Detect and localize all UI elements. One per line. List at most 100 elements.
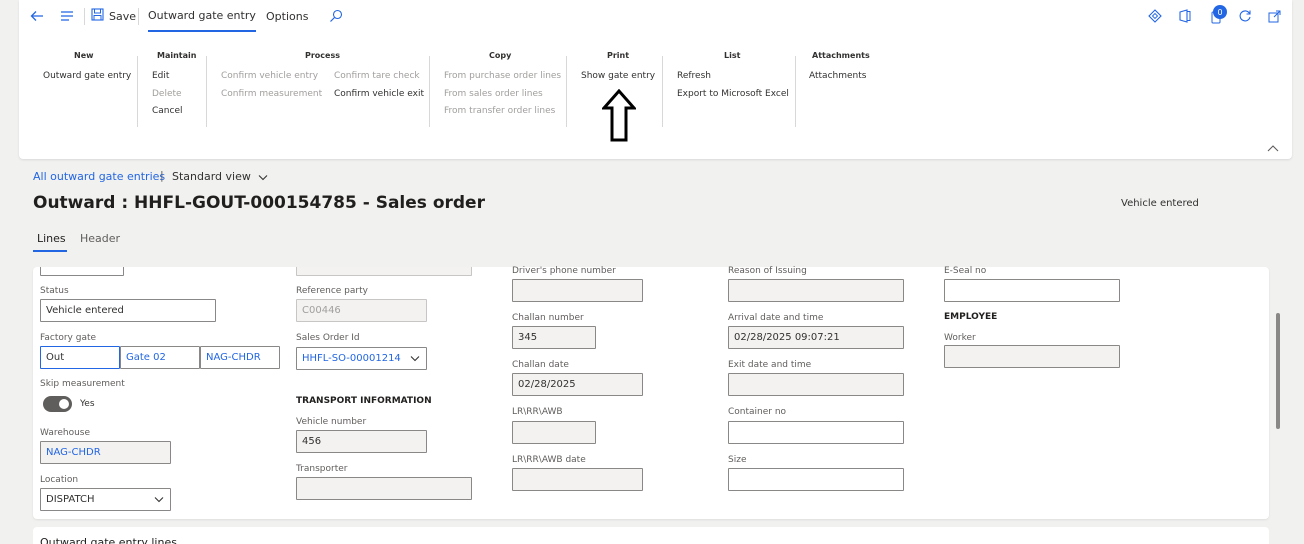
container-no-label: Container no (728, 407, 787, 417)
search-icon[interactable] (329, 0, 343, 32)
driver-phone-label: Driver's phone number (512, 266, 616, 276)
lr-rr-awb-date-field[interactable] (512, 468, 643, 491)
breadcrumb[interactable]: All outward gate entries (33, 170, 165, 183)
skip-measurement-toggle[interactable] (43, 396, 72, 412)
challan-date-field[interactable]: 02/28/2025 (512, 373, 643, 396)
tab-lines[interactable]: Lines (37, 232, 66, 245)
status-field[interactable]: Vehicle entered (40, 299, 216, 322)
factory-gate-site-field[interactable]: NAG-CHDR (200, 346, 280, 369)
status-indicator: Vehicle entered (1121, 198, 1199, 209)
view-selector[interactable]: Standard view (172, 170, 268, 184)
confirm-measurement-button[interactable]: Confirm measurement (221, 89, 322, 99)
notification-badge: 0 (1213, 5, 1227, 19)
reason-of-issuing-label: Reason of Issuing (728, 266, 807, 276)
office-icon[interactable] (1179, 0, 1191, 32)
export-to-excel-button[interactable]: Export to Microsoft Excel (677, 89, 789, 99)
sales-order-id-select[interactable]: HHFL-SO-00001214 (296, 347, 427, 370)
skip-measurement-value: Yes (80, 399, 95, 409)
worker-label: Worker (944, 333, 976, 343)
group-title-new: New (74, 51, 94, 60)
warehouse-field[interactable]: NAG-CHDR (40, 441, 171, 464)
lr-rr-awb-label: LR\RR\AWB (512, 407, 563, 417)
cancel-button[interactable]: Cancel (152, 106, 183, 116)
group-title-list: List (724, 51, 741, 60)
driver-phone-field[interactable] (512, 279, 643, 302)
new-outward-gate-entry-button[interactable]: Outward gate entry (43, 71, 131, 81)
size-field[interactable] (728, 468, 904, 491)
sales-order-id-value: HHFL-SO-00001214 (302, 353, 401, 364)
e-seal-no-field[interactable] (944, 279, 1120, 302)
chevron-down-icon (154, 495, 164, 506)
location-select[interactable]: DISPATCH (40, 488, 171, 511)
lines-section-title[interactable]: Outward gate entry lines (40, 536, 177, 544)
refresh-icon[interactable] (1238, 0, 1252, 32)
size-label: Size (728, 455, 747, 465)
confirm-tare-check-button[interactable]: Confirm tare check (334, 71, 420, 81)
scroll-mask (33, 258, 1269, 267)
lr-rr-awb-date-label: LR\RR\AWB date (512, 455, 586, 465)
container-no-field[interactable] (728, 421, 904, 444)
challan-number-field[interactable]: 345 (512, 326, 596, 349)
factory-gate-gate-field[interactable]: Gate 02 (120, 346, 200, 369)
back-icon[interactable] (30, 0, 44, 32)
refresh-button[interactable]: Refresh (677, 71, 711, 81)
vehicle-number-label: Vehicle number (296, 417, 367, 427)
from-transfer-order-lines-button[interactable]: From transfer order lines (444, 106, 555, 116)
employee-heading: EMPLOYEE (944, 312, 998, 322)
tab-label: Outward gate entry (148, 8, 256, 22)
tab-options[interactable]: Options (266, 0, 308, 32)
transporter-label: Transporter (296, 464, 348, 474)
up-arrow-annotation-icon (600, 88, 638, 145)
arrival-date-time-label: Arrival date and time (728, 313, 824, 323)
confirm-vehicle-exit-button[interactable]: Confirm vehicle exit (334, 89, 424, 99)
ribbon-divider (566, 56, 567, 127)
skip-measurement-label: Skip measurement (40, 379, 125, 389)
reference-party-label: Reference party (296, 286, 368, 296)
ribbon-divider (662, 56, 663, 127)
edit-button[interactable]: Edit (152, 71, 169, 81)
challan-number-label: Challan number (512, 313, 584, 323)
diamond-icon[interactable] (1148, 0, 1162, 32)
menu-icon[interactable] (60, 0, 74, 32)
transporter-field[interactable] (296, 477, 472, 500)
chevron-down-icon (258, 171, 268, 184)
reason-of-issuing-field[interactable] (728, 279, 904, 302)
view-label: Standard view (172, 170, 251, 183)
reference-party-field: C00446 (296, 299, 427, 322)
exit-date-time-field[interactable] (728, 373, 904, 396)
collapse-ribbon-icon[interactable] (1267, 144, 1279, 155)
open-new-window-icon[interactable] (1268, 0, 1281, 32)
breadcrumb-separator: | (160, 169, 164, 182)
ribbon-divider (795, 56, 796, 127)
form-scrollbar[interactable] (1276, 313, 1280, 429)
delete-button[interactable]: Delete (152, 89, 182, 99)
tab-header[interactable]: Header (80, 232, 120, 245)
toggle-knob (59, 399, 69, 409)
lr-rr-awb-field[interactable] (512, 421, 596, 444)
from-sales-order-lines-button[interactable]: From sales order lines (444, 89, 543, 99)
factory-gate-direction-field[interactable]: Out (40, 346, 120, 369)
arrival-date-time-field[interactable]: 02/28/2025 09:07:21 (728, 326, 904, 349)
group-title-copy: Copy (489, 51, 512, 60)
save-label: Save (109, 9, 137, 23)
vehicle-number-field[interactable]: 456 (296, 430, 427, 453)
confirm-vehicle-entry-button[interactable]: Confirm vehicle entry (221, 71, 318, 81)
e-seal-no-label: E-Seal no (944, 266, 987, 276)
attachments-button[interactable]: Attachments (809, 71, 866, 81)
toolbar-divider (138, 8, 139, 25)
challan-date-label: Challan date (512, 360, 569, 370)
factory-gate-label: Factory gate (40, 333, 97, 343)
from-purchase-order-lines-button[interactable]: From purchase order lines (444, 71, 561, 81)
toolbar-divider (84, 8, 85, 25)
show-gate-entry-button[interactable]: Show gate entry (581, 71, 655, 81)
active-tab-indicator (33, 250, 67, 252)
group-title-maintain: Maintain (157, 51, 197, 60)
page-title: Outward : HHFL-GOUT-000154785 - Sales or… (33, 193, 485, 213)
save-button[interactable]: Save (91, 0, 136, 32)
location-value: DISPATCH (46, 494, 95, 505)
tab-outward-gate-entry[interactable]: Outward gate entry (148, 0, 256, 32)
location-label: Location (40, 475, 79, 485)
header-form-card (33, 267, 1269, 519)
worker-field[interactable] (944, 345, 1120, 368)
group-title-process: Process (305, 51, 340, 60)
